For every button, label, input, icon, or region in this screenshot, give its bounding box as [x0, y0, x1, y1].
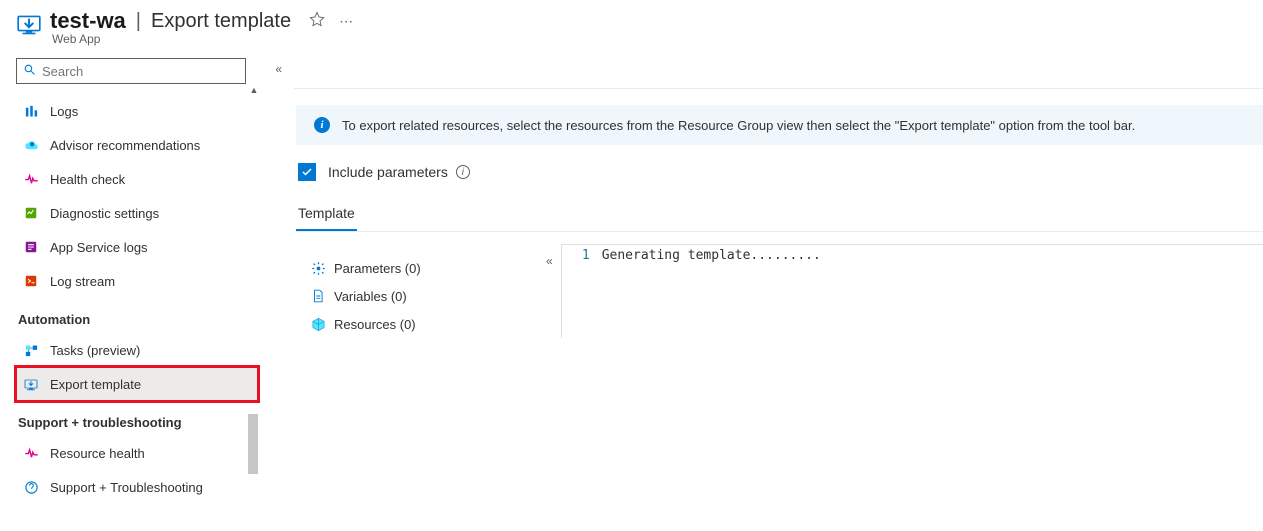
tree-variables[interactable]: Variables (0): [310, 282, 546, 310]
toolbar-divider: [294, 88, 1263, 89]
include-parameters-label: Include parameters: [328, 164, 448, 180]
menu-search[interactable]: [16, 58, 246, 84]
sidebar-item-tasks[interactable]: Tasks (preview): [16, 333, 240, 367]
sidebar-item-label: Tasks (preview): [50, 343, 140, 358]
applogs-icon: [22, 238, 40, 256]
tree-parameters-label: Parameters (0): [334, 261, 421, 276]
reshealth-icon: [22, 444, 40, 462]
sidebar-item-reshealth[interactable]: Resource health: [16, 436, 240, 470]
search-input[interactable]: [42, 64, 239, 79]
favorite-star-icon[interactable]: [309, 11, 325, 32]
support-icon: [22, 478, 40, 496]
editor-line: 1 Generating template.........: [562, 245, 1263, 266]
tree-variables-label: Variables (0): [334, 289, 407, 304]
diagnostic-icon: [22, 204, 40, 222]
advisor-icon: [22, 136, 40, 154]
variables-file-icon: [310, 288, 326, 304]
info-text: To export related resources, select the …: [342, 118, 1135, 133]
template-tree: Parameters (0) Variables (0) Resources (…: [296, 244, 546, 338]
tree-parameters[interactable]: Parameters (0): [310, 254, 546, 282]
sidebar-item-label: Diagnostic settings: [50, 206, 159, 221]
sidebar-item-logstream[interactable]: Log stream: [16, 264, 240, 298]
sidebar-scrollbar[interactable]: ▲: [248, 84, 260, 504]
main-content: i To export related resources, select th…: [260, 54, 1263, 504]
tree-resources[interactable]: Resources (0): [310, 310, 546, 338]
logstream-icon: [22, 272, 40, 290]
export-icon: [22, 375, 40, 393]
sidebar-item-health[interactable]: Health check: [16, 162, 240, 196]
health-icon: [22, 170, 40, 188]
sidebar-item-label: Export template: [50, 377, 141, 392]
parameters-gear-icon: [310, 260, 326, 276]
sidebar-item-applogs[interactable]: App Service logs: [16, 230, 240, 264]
sidebar-item-advisor[interactable]: Advisor recommendations: [16, 128, 240, 162]
tabs: Template: [296, 199, 1263, 232]
more-actions-icon[interactable]: ⋯: [339, 13, 354, 30]
sidebar-item-logs[interactable]: Logs: [16, 94, 240, 128]
sidebar-item-label: App Service logs: [50, 240, 148, 255]
title-separator: |: [136, 10, 141, 33]
sidebar: « LogsAdvisor recommendationsHealth chec…: [0, 54, 260, 504]
section-support: Support + troubleshooting: [16, 401, 260, 436]
logs-icon: [22, 102, 40, 120]
info-icon: i: [314, 117, 330, 133]
include-parameters-checkbox[interactable]: [298, 163, 316, 181]
sidebar-item-export[interactable]: Export template: [16, 367, 258, 401]
editor-line-text: Generating template.........: [602, 245, 821, 266]
collapse-tree-icon[interactable]: «: [546, 244, 561, 338]
help-info-icon[interactable]: i: [456, 165, 470, 179]
webapp-resource-icon: [16, 11, 42, 37]
info-banner: i To export related resources, select th…: [296, 105, 1263, 145]
sidebar-item-support[interactable]: Support + Troubleshooting: [16, 470, 240, 504]
search-icon: [23, 63, 36, 79]
page-title: Export template: [151, 10, 291, 33]
sidebar-item-label: Support + Troubleshooting: [50, 480, 203, 495]
sidebar-item-label: Advisor recommendations: [50, 138, 200, 153]
sidebar-item-label: Log stream: [50, 274, 115, 289]
blade-header: test-wa | Export template ⋯ Web App: [0, 0, 1263, 54]
scroll-up-arrow-icon[interactable]: ▲: [248, 84, 260, 96]
tree-resources-label: Resources (0): [334, 317, 416, 332]
template-editor[interactable]: 1 Generating template.........: [561, 244, 1263, 338]
tasks-icon: [22, 341, 40, 359]
line-number: 1: [562, 245, 602, 266]
resources-cube-icon: [310, 316, 326, 332]
sidebar-item-label: Health check: [50, 172, 125, 187]
sidebar-item-label: Resource health: [50, 446, 145, 461]
resource-name: test-wa: [50, 8, 126, 34]
sidebar-item-diagnostic[interactable]: Diagnostic settings: [16, 196, 240, 230]
section-automation: Automation: [16, 298, 260, 333]
resource-type-label: Web App: [52, 32, 354, 46]
sidebar-item-label: Logs: [50, 104, 78, 119]
tab-template[interactable]: Template: [296, 199, 357, 231]
scroll-thumb[interactable]: [248, 414, 258, 474]
